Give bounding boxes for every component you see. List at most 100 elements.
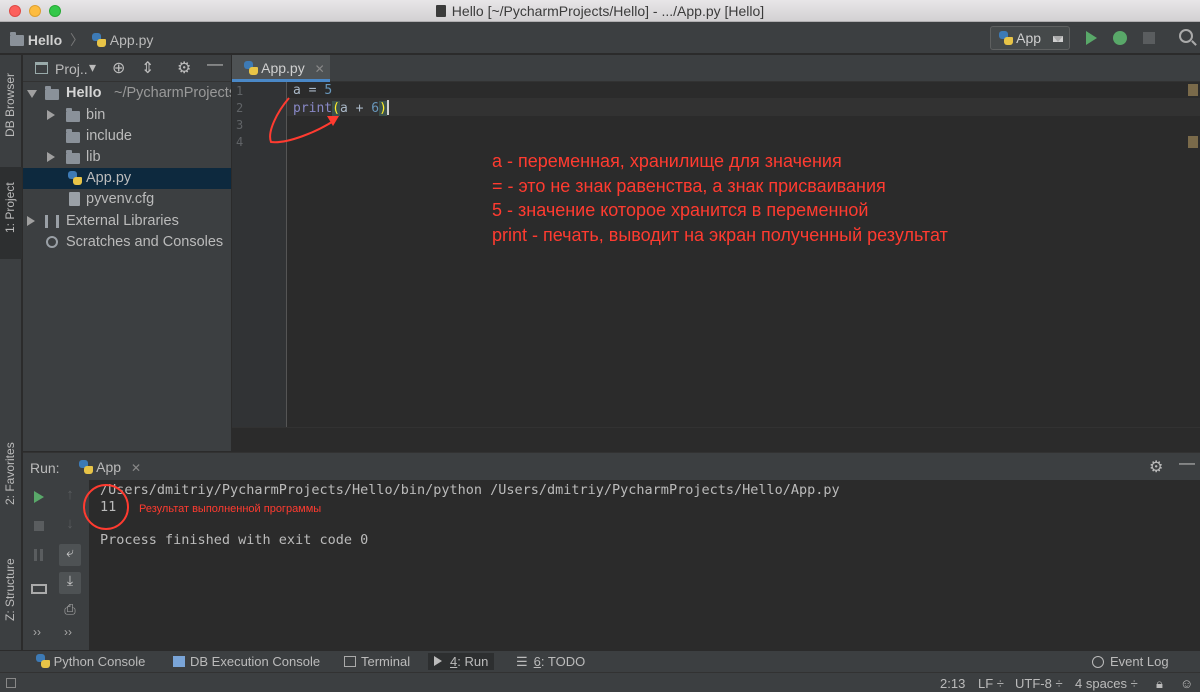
editor-horizontal-scrollbar[interactable] xyxy=(232,427,1200,451)
more-icon[interactable]: ›› xyxy=(28,625,50,647)
minimize-panel-icon[interactable]: — xyxy=(207,56,223,74)
soft-wrap-icon[interactable]: ⤶ xyxy=(59,544,81,566)
python-icon xyxy=(999,31,1013,45)
breadcrumb: Hello 〉 App.py xyxy=(10,30,153,50)
event-log-icon xyxy=(1092,656,1104,668)
python-file-icon xyxy=(68,171,82,185)
annotation-text: a - переменная, хранилище для значения =… xyxy=(492,151,948,245)
search-icon[interactable] xyxy=(1179,29,1193,43)
run-console-output[interactable]: /Users/dmitriy/PycharmProjects/Hello/bin… xyxy=(83,480,1200,650)
tree-item-bin[interactable]: bin xyxy=(23,105,231,126)
window-title: Hello [~/PycharmProjects/Hello] - .../Ap… xyxy=(0,3,1200,19)
bottom-tool-bar: Python Console DB Execution Console Term… xyxy=(0,650,1200,672)
stop-icon[interactable] xyxy=(1143,32,1155,44)
breadcrumb-file[interactable]: App.py xyxy=(110,32,154,48)
tool-db-execution-console[interactable]: DB Execution Console xyxy=(167,653,326,670)
text-caret xyxy=(386,100,389,115)
folder-icon xyxy=(10,32,24,46)
scratches-icon xyxy=(46,236,58,248)
tool-tab-db-browser[interactable]: DB Browser xyxy=(0,61,22,161)
tree-item-lib[interactable]: lib xyxy=(23,147,231,168)
error-stripe-marker[interactable] xyxy=(1188,136,1198,148)
scroll-to-end-icon[interactable]: ⤓ xyxy=(59,572,81,594)
chevron-right-icon[interactable] xyxy=(47,152,55,162)
editor-tab-bar: App.py ✕ xyxy=(232,55,1200,82)
tree-item-app-py[interactable]: App.py xyxy=(23,168,231,189)
current-line-highlight xyxy=(287,98,1200,116)
left-tool-strip: DB Browser 1: Project 2: Favorites Z: St… xyxy=(0,55,22,650)
document-icon xyxy=(435,5,446,17)
chevron-down-icon xyxy=(1053,36,1063,42)
error-stripe-marker[interactable] xyxy=(1188,84,1198,96)
layout-icon[interactable] xyxy=(28,578,50,600)
caret-position[interactable]: 2:13 xyxy=(940,676,965,691)
gear-icon[interactable]: ⚙ xyxy=(177,58,191,78)
tree-item-scratches[interactable]: Scratches and Consoles xyxy=(23,232,231,253)
folder-icon xyxy=(66,129,80,143)
project-panel: Proj.. ▾ ⊕ ⇕ ⚙ — Hello ~/PycharmProjects… xyxy=(23,55,231,451)
breadcrumb-project[interactable]: Hello xyxy=(28,32,62,48)
folder-icon xyxy=(45,86,59,100)
window-titlebar: Hello [~/PycharmProjects/Hello] - .../Ap… xyxy=(0,0,1200,22)
file-encoding[interactable]: UTF-8 ÷ xyxy=(1015,676,1063,691)
tool-run[interactable]: 4: Run xyxy=(428,653,495,670)
locate-target-icon[interactable]: ⊕ xyxy=(112,58,125,78)
tree-item-pyvenv-cfg[interactable]: pyvenv.cfg xyxy=(23,189,231,210)
arrow-up-icon[interactable]: ↑ xyxy=(59,486,81,508)
status-bar: 2:13 LF ÷ UTF-8 ÷ 4 spaces ÷ 🔒︎ ☺︎ xyxy=(0,672,1200,692)
tool-tab-project[interactable]: 1: Project xyxy=(0,167,22,259)
gear-icon[interactable]: ⚙ xyxy=(1149,457,1163,477)
chevron-right-icon[interactable] xyxy=(27,216,35,226)
tool-event-log[interactable]: Event Log xyxy=(1086,653,1175,670)
debug-bug-icon[interactable] xyxy=(1113,31,1127,45)
lock-icon[interactable]: 🔒︎ xyxy=(1156,676,1163,692)
library-icon xyxy=(45,215,59,228)
folder-icon xyxy=(66,150,80,164)
more-icon[interactable]: ›› xyxy=(59,625,81,647)
tree-item-external-libraries[interactable]: External Libraries xyxy=(23,211,231,232)
run-configuration-select[interactable]: App xyxy=(990,26,1070,50)
run-tab-app[interactable]: App ✕ xyxy=(79,459,141,475)
tool-terminal[interactable]: Terminal xyxy=(338,653,416,670)
result-annotation: Результат выполненной программы xyxy=(139,503,322,515)
window-icon xyxy=(35,62,48,74)
line-separator[interactable]: LF ÷ xyxy=(978,676,1004,691)
indent-setting[interactable]: 4 spaces ÷ xyxy=(1075,676,1138,691)
navigation-bar: Hello 〉 App.py App xyxy=(0,22,1200,54)
stop-icon[interactable] xyxy=(28,515,50,537)
tool-todo[interactable]: ☰ 6: TODO xyxy=(510,653,591,671)
arrow-down-icon[interactable]: ↓ xyxy=(59,515,81,537)
tab-app-py[interactable]: App.py ✕ xyxy=(232,55,330,82)
run-icon[interactable] xyxy=(1086,31,1097,45)
rerun-icon[interactable] xyxy=(28,486,50,508)
tool-tab-favorites[interactable]: 2: Favorites xyxy=(0,433,22,525)
database-icon xyxy=(173,656,185,667)
code-editor[interactable]: 1 2 3 4 a = 5 print(a + 6) a - переменна… xyxy=(232,82,1200,451)
chevron-right-icon[interactable] xyxy=(47,110,55,120)
tool-windows-icon[interactable] xyxy=(6,678,16,688)
close-icon[interactable]: ✕ xyxy=(131,461,141,475)
folder-icon xyxy=(66,108,80,122)
terminal-icon xyxy=(344,656,356,667)
chevron-down-icon[interactable]: ▾ xyxy=(89,59,96,76)
close-icon[interactable]: ✕ xyxy=(315,62,325,76)
collapse-all-icon[interactable]: ⇕ xyxy=(141,58,154,78)
tool-tab-structure[interactable]: Z: Structure xyxy=(0,545,22,645)
run-icon xyxy=(434,656,442,666)
inspector-icon[interactable]: ☺︎ xyxy=(1180,676,1193,691)
minimize-panel-icon[interactable]: — xyxy=(1179,455,1195,473)
chevron-down-icon[interactable] xyxy=(27,90,37,98)
project-panel-header: Proj.. ▾ ⊕ ⇕ ⚙ — xyxy=(23,55,231,82)
list-icon: ☰ xyxy=(516,654,528,669)
file-icon xyxy=(69,192,80,206)
python-file-icon xyxy=(244,61,258,75)
tool-python-console[interactable]: Python Console xyxy=(30,653,151,670)
project-view-select[interactable]: Proj.. xyxy=(55,61,88,77)
annotation-arrow xyxy=(269,97,339,144)
pause-icon[interactable] xyxy=(28,544,50,566)
annotation-circle xyxy=(83,484,129,530)
run-configuration-label: App xyxy=(1016,30,1042,46)
tree-item-include[interactable]: include xyxy=(23,126,231,147)
tree-item-root[interactable]: Hello ~/PycharmProjects/Hello xyxy=(23,83,231,104)
print-icon[interactable]: ⎙ xyxy=(59,601,81,623)
